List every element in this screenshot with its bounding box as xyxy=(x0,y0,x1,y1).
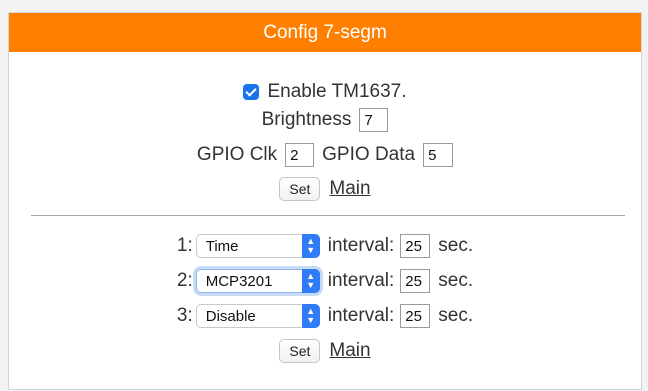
slots-main-link[interactable]: Main xyxy=(329,340,370,362)
slot-2-source-select[interactable]: MCP3201 ▲ ▼ xyxy=(195,269,320,293)
chevron-updown-icon: ▲ ▼ xyxy=(301,234,320,258)
gpio-data-input[interactable]: 5 xyxy=(423,143,454,167)
slots-actions-row: Set Main xyxy=(9,339,641,363)
slot-3-interval-input[interactable]: 25 xyxy=(400,304,431,328)
slot-1-source-select[interactable]: Time ▲ ▼ xyxy=(195,234,320,258)
chevron-updown-icon: ▲ ▼ xyxy=(301,304,320,328)
unit-label: sec. xyxy=(438,235,474,256)
select-value: MCP3201 xyxy=(205,272,273,290)
gpio-row: GPIO Clk 2 GPIO Data 5 xyxy=(9,143,641,167)
set-button[interactable]: Set xyxy=(279,177,321,201)
slot-row-3: 3: Disable ▲ ▼ interval: 25 sec. xyxy=(9,304,641,328)
select-value: Time xyxy=(205,237,239,255)
panel-title: Config 7-segm xyxy=(9,13,641,52)
interval-label: interval: xyxy=(327,235,395,256)
brightness-label: Brightness xyxy=(261,109,352,130)
brightness-row: Brightness 7 xyxy=(9,108,641,132)
enable-row: Enable TM1637. xyxy=(9,81,641,103)
select-value: Disable xyxy=(205,307,256,325)
slot-row-1: 1: Time ▲ ▼ interval: 25 sec. xyxy=(9,234,641,258)
brightness-input[interactable]: 7 xyxy=(359,108,389,132)
slot-row-2: 2: MCP3201 ▲ ▼ interval: 25 sec. xyxy=(9,269,641,293)
enable-tm1637-checkbox[interactable] xyxy=(243,84,260,100)
config-panel: Config 7-segm Enable TM1637. Brightness … xyxy=(8,12,642,390)
slots-set-button[interactable]: Set xyxy=(279,339,321,363)
section-divider xyxy=(31,215,625,216)
gpio-clk-input[interactable]: 2 xyxy=(285,143,315,167)
slot-1-interval-input[interactable]: 25 xyxy=(400,234,431,258)
unit-label: sec. xyxy=(438,305,474,326)
interval-label: interval: xyxy=(327,305,395,326)
slot-index: 1: xyxy=(176,235,193,256)
unit-label: sec. xyxy=(438,270,474,291)
gpio-data-label: GPIO Data xyxy=(322,144,416,165)
enable-tm1637-label[interactable]: Enable TM1637. xyxy=(267,81,406,103)
chevron-updown-icon: ▲ ▼ xyxy=(301,269,320,293)
slot-2-interval-input[interactable]: 25 xyxy=(400,269,431,293)
slot-index: 2: xyxy=(176,270,193,291)
gpio-clk-label: GPIO Clk xyxy=(196,144,278,165)
slot-index: 3: xyxy=(176,305,193,326)
slot-3-source-select[interactable]: Disable ▲ ▼ xyxy=(195,304,320,328)
display-actions-row: Set Main xyxy=(9,177,641,201)
interval-label: interval: xyxy=(327,270,395,291)
main-link[interactable]: Main xyxy=(329,178,370,200)
